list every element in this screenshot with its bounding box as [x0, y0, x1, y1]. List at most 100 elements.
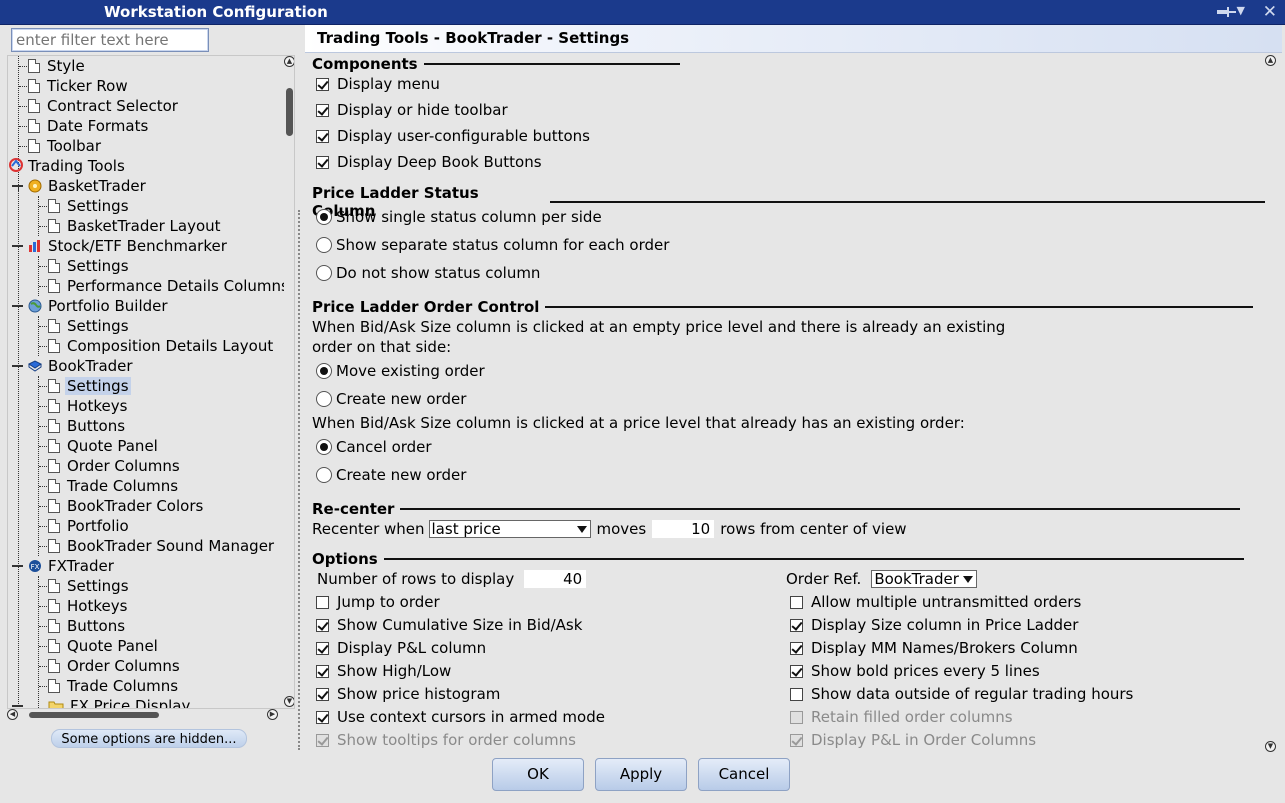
scroll-up-icon[interactable]: ▲: [1265, 55, 1276, 66]
radio-icon[interactable]: [316, 363, 332, 379]
tree-item-fxtrader[interactable]: FX FXTrader: [28, 556, 114, 576]
settings-vertical-scrollbar[interactable]: ▲ ▼: [1263, 55, 1279, 755]
radio-icon[interactable]: [316, 209, 332, 225]
checkbox-price-histogram[interactable]: Show price histogram: [316, 684, 500, 704]
close-icon[interactable]: ✕: [1263, 2, 1277, 22]
checkbox-icon[interactable]: [316, 687, 329, 701]
tree-item-bt-sound-manager[interactable]: BookTrader Sound Manager: [48, 536, 274, 556]
tree-horizontal-scrollbar[interactable]: ◀ ▶: [7, 708, 281, 722]
tree-item-bt-trade-columns[interactable]: Trade Columns: [48, 476, 178, 496]
scroll-down-icon[interactable]: ▼: [1265, 741, 1276, 752]
checkbox-display-menu[interactable]: Display menu: [316, 74, 440, 94]
tree-item-contract-selector[interactable]: Contract Selector: [28, 96, 178, 116]
checkbox-icon[interactable]: [316, 710, 329, 724]
checkbox-icon[interactable]: [316, 641, 329, 655]
checkbox-mm-names[interactable]: Display MM Names/Brokers Column: [790, 638, 1078, 658]
radio-no-status[interactable]: Do not show status column: [316, 263, 540, 283]
tree-item-fx-order-columns[interactable]: Order Columns: [48, 656, 180, 676]
filter-input[interactable]: [11, 28, 209, 52]
tree-item-bt-settings[interactable]: Settings: [48, 376, 131, 396]
radio-icon[interactable]: [316, 237, 332, 253]
tree-item-bt-quote-panel[interactable]: Quote Panel: [48, 436, 158, 456]
scroll-down-icon[interactable]: ▼: [284, 696, 294, 707]
checkbox-outside-hours[interactable]: Show data outside of regular trading hou…: [790, 684, 1133, 704]
tree-item-basket-settings[interactable]: Settings: [48, 196, 129, 216]
tree-item-fx-settings[interactable]: Settings: [48, 576, 129, 596]
tree-item-date-formats[interactable]: Date Formats: [28, 116, 148, 136]
apply-button[interactable]: Apply: [595, 758, 687, 791]
tree-item-fx-quote-panel[interactable]: Quote Panel: [48, 636, 158, 656]
checkbox-context-cursors[interactable]: Use context cursors in armed mode: [316, 707, 605, 727]
radio-move-existing[interactable]: Move existing order: [316, 361, 485, 381]
checkbox-user-buttons[interactable]: Display user-configurable buttons: [316, 126, 590, 146]
checkbox-bold-prices[interactable]: Show bold prices every 5 lines: [790, 661, 1040, 681]
checkbox-icon[interactable]: [790, 687, 803, 701]
tree-item-bt-portfolio[interactable]: Portfolio: [48, 516, 129, 536]
tree-item-style[interactable]: Style: [28, 56, 85, 76]
radio-icon[interactable]: [316, 391, 332, 407]
checkbox-icon[interactable]: [316, 664, 329, 678]
tree-item-bench-settings[interactable]: Settings: [48, 256, 129, 276]
scroll-left-icon[interactable]: ◀: [7, 709, 18, 720]
checkbox-pnl-column[interactable]: Display P&L column: [316, 638, 486, 658]
pin-icon[interactable]: [1215, 6, 1237, 18]
cancel-button[interactable]: Cancel: [698, 758, 790, 791]
window-menu-icon[interactable]: ▼: [1237, 4, 1245, 17]
checkbox-icon[interactable]: [316, 595, 329, 609]
tree-item-bt-hotkeys[interactable]: Hotkeys: [48, 396, 127, 416]
radio-single-status[interactable]: Show single status column per side: [316, 207, 602, 227]
radio-icon[interactable]: [316, 265, 332, 281]
tree-item-bench-performance[interactable]: Performance Details Columns: [48, 276, 284, 296]
checkbox-icon[interactable]: [790, 664, 803, 678]
checkbox-icon[interactable]: [316, 129, 329, 143]
tree-item-booktrader[interactable]: BookTrader: [28, 356, 133, 376]
tree-item-pb-composition[interactable]: Composition Details Layout: [48, 336, 273, 356]
scroll-up-icon[interactable]: ▲: [284, 56, 294, 67]
checkbox-cumulative-size[interactable]: Show Cumulative Size in Bid/Ask: [316, 615, 582, 635]
tree-vertical-scrollbar[interactable]: ▲ ▼: [284, 56, 294, 708]
tree-item-basket-layout[interactable]: BasketTrader Layout: [48, 216, 221, 236]
checkbox-jump-to-order[interactable]: Jump to order: [316, 592, 440, 612]
order-ref-select[interactable]: BookTrader: [871, 570, 978, 588]
hidden-options-button[interactable]: Some options are hidden...: [51, 729, 247, 748]
recenter-trigger-select[interactable]: last price: [428, 520, 591, 538]
radio-create-new-1[interactable]: Create new order: [316, 389, 466, 409]
radio-icon[interactable]: [316, 439, 332, 455]
radio-cancel-order[interactable]: Cancel order: [316, 437, 432, 457]
tree-item-toolbar[interactable]: Toolbar: [28, 136, 101, 156]
tree-item-trading-tools[interactable]: Trading Tools: [8, 156, 125, 176]
scroll-right-icon[interactable]: ▶: [267, 709, 278, 720]
checkbox-high-low[interactable]: Show High/Low: [316, 661, 451, 681]
tree-item-pb-settings[interactable]: Settings: [48, 316, 129, 336]
tree-item-fx-trade-columns[interactable]: Trade Columns: [48, 676, 178, 696]
tree-item-benchmarker[interactable]: Stock/ETF Benchmarker: [28, 236, 227, 256]
tree-item-portfolio-builder[interactable]: Portfolio Builder: [28, 296, 168, 316]
checkbox-icon[interactable]: [316, 103, 329, 117]
scroll-thumb[interactable]: [286, 88, 293, 136]
radio-separate-status[interactable]: Show separate status column for each ord…: [316, 235, 669, 255]
checkbox-icon[interactable]: [790, 641, 803, 655]
recenter-rows-input[interactable]: 10: [652, 520, 715, 538]
panel-divider[interactable]: [298, 210, 300, 750]
checkbox-icon[interactable]: [790, 595, 803, 609]
tree-item-bt-order-columns[interactable]: Order Columns: [48, 456, 180, 476]
checkbox-icon[interactable]: [316, 618, 329, 632]
checkbox-deep-book[interactable]: Display Deep Book Buttons: [316, 152, 542, 172]
tree-item-bt-colors[interactable]: BookTrader Colors: [48, 496, 203, 516]
checkbox-icon[interactable]: [316, 77, 329, 91]
ok-button[interactable]: OK: [492, 758, 584, 791]
scroll-thumb[interactable]: [29, 712, 159, 718]
tree-item-fx-buttons[interactable]: Buttons: [48, 616, 125, 636]
tree-item-fx-hotkeys[interactable]: Hotkeys: [48, 596, 127, 616]
checkbox-icon[interactable]: [316, 155, 329, 169]
tree-item-basket-trader[interactable]: BasketTrader: [28, 176, 146, 196]
rows-to-display-input[interactable]: 40: [524, 570, 587, 588]
checkbox-multiple-untransmitted[interactable]: Allow multiple untransmitted orders: [790, 592, 1081, 612]
radio-create-new-2[interactable]: Create new order: [316, 465, 466, 485]
tree-item-bt-buttons[interactable]: Buttons: [48, 416, 125, 436]
checkbox-size-column[interactable]: Display Size column in Price Ladder: [790, 615, 1078, 635]
radio-icon[interactable]: [316, 467, 332, 483]
tree-item-ticker-row[interactable]: Ticker Row: [28, 76, 128, 96]
checkbox-icon[interactable]: [790, 618, 803, 632]
checkbox-display-toolbar[interactable]: Display or hide toolbar: [316, 100, 508, 120]
